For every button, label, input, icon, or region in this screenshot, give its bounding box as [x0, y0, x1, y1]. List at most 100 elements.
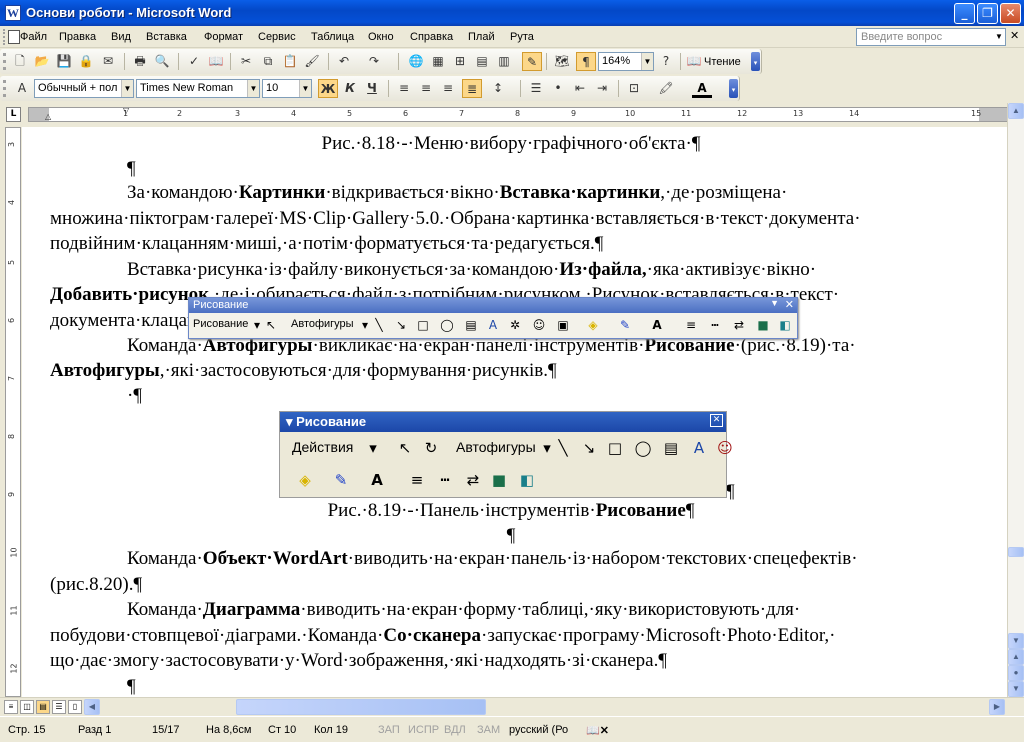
print-layout-view-icon[interactable]: ▤ — [36, 700, 50, 714]
chevron-down-icon[interactable]: ▼ — [993, 29, 1005, 45]
restore-button[interactable]: ❐ — [977, 3, 998, 24]
chevron-down-icon[interactable]: ▼ — [247, 80, 259, 97]
menu-file[interactable]: Файл — [20, 31, 47, 43]
horizontal-scroll-thumb[interactable] — [236, 699, 486, 715]
redo-icon[interactable]: ↷ — [364, 52, 384, 71]
word-app-icon[interactable]: W — [5, 5, 21, 21]
toolbar-options-icon[interactable]: ▾ — [729, 79, 738, 98]
hyperlink-icon[interactable]: 🌐 — [406, 52, 426, 71]
research-icon[interactable]: 📖 — [206, 52, 226, 71]
scroll-up-icon[interactable]: ▲ — [1008, 103, 1024, 119]
increase-indent-icon[interactable]: ⇥ — [592, 79, 612, 98]
font-color-icon[interactable]: A — [649, 317, 665, 333]
highlight-icon[interactable]: 🖍 — [656, 79, 676, 98]
pointer-icon[interactable]: ↖ — [263, 317, 279, 333]
chevron-down-icon[interactable]: ▼ — [641, 53, 653, 70]
toolbar-options-icon[interactable]: ▾ — [751, 52, 760, 71]
fill-color-icon[interactable]: ◈ — [585, 317, 601, 333]
menu-ruta[interactable]: Рута — [510, 31, 534, 43]
spelling-status-icon[interactable]: 📖✕ — [586, 724, 609, 737]
figure-drawing-toolbar-image[interactable]: ▾ Рисование ✕ Действия ▾ ↖ ↻ Автофигуры … — [279, 411, 733, 498]
menu-edit[interactable]: Правка — [59, 31, 96, 43]
email-icon[interactable]: ✉ — [98, 52, 118, 71]
document-icon[interactable] — [8, 30, 20, 44]
scroll-left-icon[interactable]: ◀ — [84, 699, 100, 715]
menu-insert[interactable]: Вставка — [146, 31, 187, 43]
font-size-select[interactable]: 10 ▼ — [262, 79, 312, 98]
scroll-right-icon[interactable]: ▶ — [989, 699, 1005, 715]
read-button[interactable]: Чтение — [704, 56, 741, 68]
insert-excel-icon[interactable]: ▤ — [472, 52, 492, 71]
floating-drawing-toolbar[interactable]: Рисование ▼ ✕ Рисование ▾ ↖ Автофигуры ▾… — [188, 297, 798, 339]
close-icon[interactable]: ✕ — [785, 298, 794, 311]
save-icon[interactable]: 💾 — [54, 52, 74, 71]
help-icon[interactable]: ? — [656, 52, 676, 71]
menu-tools[interactable]: Сервис — [258, 31, 296, 43]
decrease-indent-icon[interactable]: ⇤ — [570, 79, 590, 98]
next-page-icon[interactable]: ▼ — [1008, 681, 1024, 697]
status-track-changes[interactable]: ИСПР — [408, 724, 439, 736]
document-page[interactable]: Рис.·8.18·-·Меню·вибору·графічного·об'єк… — [22, 127, 1007, 697]
font-select[interactable]: Times New Roman ▼ — [136, 79, 260, 98]
toolbar-grip[interactable] — [3, 53, 6, 70]
numbering-icon[interactable]: ☰ — [526, 79, 546, 98]
undo-icon[interactable]: ↶ — [334, 52, 354, 71]
style-select[interactable]: Обычный + пол ▼ — [34, 79, 134, 98]
close-button[interactable]: ✕ — [1000, 3, 1021, 24]
print-preview-icon[interactable]: 🔍 — [152, 52, 172, 71]
format-painter-icon[interactable]: 🖌 — [302, 52, 322, 71]
vertical-ruler[interactable]: 3 4 5 6 7 8 9 10 11 12 — [5, 127, 21, 697]
document-close-icon[interactable]: ✕ — [1010, 29, 1019, 42]
toolbar-grip[interactable] — [3, 80, 6, 97]
line-style-icon[interactable]: ≡ — [683, 317, 699, 333]
scroll-thumb[interactable] — [1008, 547, 1024, 557]
print-icon[interactable]: 🖶 — [130, 52, 150, 71]
help-search-input[interactable]: Введите вопрос ▼ — [856, 28, 1006, 46]
menu-table[interactable]: Таблица — [311, 31, 354, 43]
cut-icon[interactable]: ✂ — [236, 52, 256, 71]
floating-toolbar-titlebar[interactable]: Рисование ▼ ✕ — [189, 298, 797, 313]
columns-icon[interactable]: ▥ — [494, 52, 514, 71]
diagram-icon[interactable]: ✲ — [507, 317, 523, 333]
insert-picture-icon[interactable]: ▣ — [555, 317, 571, 333]
menu-help[interactable]: Справка — [410, 31, 453, 43]
permission-icon[interactable]: 🔒 — [76, 52, 96, 71]
copy-icon[interactable]: ⧉ — [258, 52, 278, 71]
menu-grip[interactable] — [3, 29, 6, 45]
autoshapes-menu-button[interactable]: Автофигуры — [291, 318, 354, 330]
horizontal-ruler[interactable]: 1 2 3 4 5 6 7 8 9 10 11 12 13 14 15 △ ▽ — [28, 106, 1008, 122]
new-document-icon[interactable]: 🗋 — [10, 52, 30, 71]
arrow-style-icon[interactable]: ⇄ — [731, 317, 747, 333]
clipart-icon[interactable]: ☺ — [531, 317, 547, 333]
tab-selector-button[interactable]: L — [6, 107, 21, 122]
drawing-icon[interactable]: ✎ — [522, 52, 542, 71]
spelling-icon[interactable]: ✓ — [184, 52, 204, 71]
web-view-icon[interactable]: ◫ — [20, 700, 34, 714]
styles-icon[interactable]: A — [12, 79, 32, 98]
drawing-menu-button[interactable]: Рисование — [193, 318, 248, 330]
menu-window[interactable]: Окно — [368, 31, 394, 43]
menu-plai[interactable]: Плай — [468, 31, 495, 43]
textbox-icon[interactable]: ▤ — [463, 317, 479, 333]
chevron-down-icon[interactable]: ▼ — [770, 298, 779, 308]
zoom-select[interactable]: 164% ▼ — [598, 52, 654, 71]
browse-object-icon[interactable]: ● — [1008, 665, 1024, 681]
dash-style-icon[interactable]: ┅ — [707, 317, 723, 333]
scroll-down-icon[interactable]: ▼ — [1008, 633, 1024, 649]
status-record[interactable]: ЗАП — [378, 724, 400, 736]
reading-view-icon[interactable]: ▯ — [68, 700, 82, 714]
minimize-button[interactable]: _ — [954, 3, 975, 24]
italic-button[interactable]: К — [340, 79, 360, 98]
align-left-icon[interactable]: ≡ — [394, 79, 414, 98]
chevron-down-icon[interactable]: ▼ — [299, 80, 311, 97]
first-line-indent-marker[interactable]: ▽ — [123, 106, 129, 115]
line-icon[interactable]: ╲ — [371, 317, 387, 333]
chevron-down-icon[interactable]: ▼ — [121, 80, 133, 97]
shadow-icon[interactable]: ■ — [755, 317, 771, 333]
oval-icon[interactable]: ◯ — [439, 317, 455, 333]
status-overtype[interactable]: ЗАМ — [477, 724, 500, 736]
bullets-icon[interactable]: • — [548, 79, 568, 98]
document-map-icon[interactable]: 🗺 — [552, 52, 572, 71]
left-indent-marker[interactable]: △ — [45, 112, 51, 121]
show-hide-paragraph-icon[interactable]: ¶ — [576, 52, 596, 71]
